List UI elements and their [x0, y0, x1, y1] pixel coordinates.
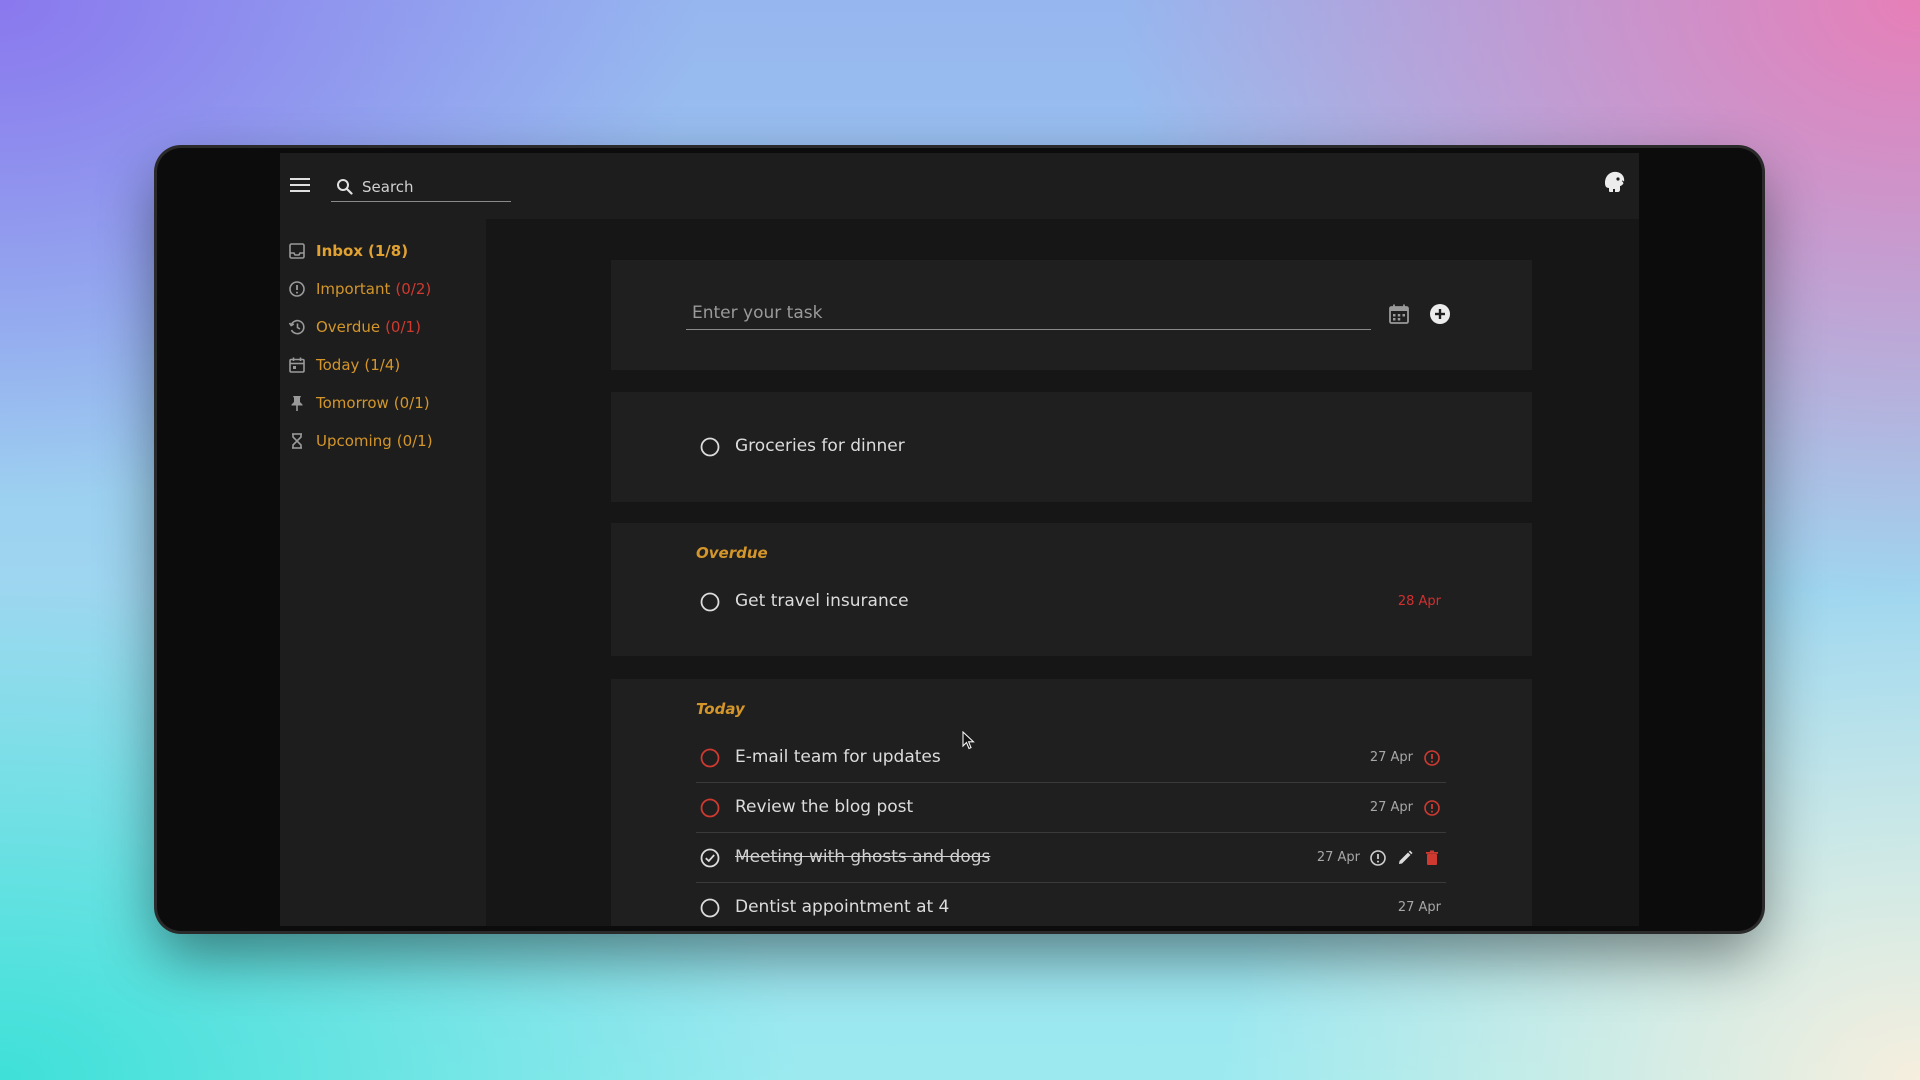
- sidebar-item-tomorrow[interactable]: Tomorrow (0/1): [288, 391, 430, 415]
- sidebar-item-upcoming[interactable]: Upcoming (0/1): [288, 429, 433, 453]
- checkbox-unchecked-icon[interactable]: [700, 898, 720, 918]
- task-title: Get travel insurance: [735, 591, 909, 611]
- important-icon[interactable]: [1423, 799, 1441, 817]
- search-icon: [337, 179, 353, 195]
- overdue-section: Overdue Get travel insurance 28 Apr: [611, 523, 1532, 656]
- menu-icon[interactable]: [290, 177, 310, 193]
- sidebar-item-label: Tomorrow: [316, 394, 389, 412]
- alert-circle-icon: [289, 281, 305, 297]
- task-input-underline: [686, 295, 1371, 330]
- calendar-icon: [289, 357, 305, 373]
- task-composer: [611, 260, 1532, 370]
- sidebar: Inbox (1/8) Important (0/2) Overdue (0/1…: [280, 219, 486, 926]
- hourglass-icon: [292, 433, 302, 449]
- sidebar-item-label: Overdue: [316, 318, 381, 336]
- task-row[interactable]: Get travel insurance 28 Apr: [696, 578, 1446, 626]
- checkbox-unchecked-icon[interactable]: [700, 437, 720, 457]
- task-input[interactable]: [690, 300, 1364, 326]
- sidebar-item-label: Important: [316, 280, 391, 298]
- inbox-icon: [289, 243, 305, 259]
- important-icon[interactable]: [1423, 749, 1441, 767]
- sidebar-item-label: Upcoming: [316, 432, 392, 450]
- sidebar-item-count: (1/8): [367, 242, 409, 260]
- sidebar-item-count: (0/2): [395, 280, 432, 298]
- important-icon[interactable]: [1369, 849, 1387, 867]
- edit-icon[interactable]: [1396, 849, 1414, 867]
- task-date: 27 Apr: [1316, 850, 1360, 865]
- task-date: 28 Apr: [1397, 594, 1441, 609]
- add-task-icon[interactable]: [1429, 303, 1451, 325]
- search-box: [331, 173, 514, 202]
- checkbox-checked-icon[interactable]: [700, 848, 720, 868]
- checkbox-unchecked-icon[interactable]: [700, 592, 720, 612]
- task-title: Review the blog post: [735, 797, 914, 817]
- user-avatar-icon[interactable]: [1601, 169, 1627, 195]
- today-section: Today E-mail team for updates 27 Apr Rev…: [611, 679, 1532, 926]
- sidebar-item-label: Today: [316, 356, 360, 374]
- device-frame: Inbox (1/8) Important (0/2) Overdue: [157, 148, 1762, 931]
- checkbox-unchecked-icon[interactable]: [700, 798, 720, 818]
- sidebar-item-overdue[interactable]: Overdue (0/1): [288, 315, 421, 339]
- sidebar-item-important[interactable]: Important (0/2): [288, 277, 431, 301]
- date-picker-icon[interactable]: [1388, 303, 1410, 325]
- history-icon: [288, 319, 305, 335]
- pin-icon: [291, 396, 303, 411]
- checkbox-unchecked-icon[interactable]: [700, 748, 720, 768]
- task-title: Meeting with ghosts and dogs: [735, 847, 991, 867]
- task-title: E-mail team for updates: [735, 747, 941, 767]
- task-title: Groceries for dinner: [735, 436, 905, 456]
- top-bar: [280, 153, 1639, 219]
- task-title: Dentist appointment at 4: [735, 897, 950, 917]
- task-date: 27 Apr: [1397, 900, 1441, 915]
- sidebar-item-label: Inbox: [316, 242, 363, 260]
- sidebar-item-inbox[interactable]: Inbox (1/8): [288, 239, 408, 263]
- sidebar-item-count: (0/1): [396, 432, 433, 450]
- task-row[interactable]: Dentist appointment at 4 27 Apr: [696, 884, 1446, 926]
- task-date: 27 Apr: [1369, 750, 1413, 765]
- sidebar-item-today[interactable]: Today (1/4): [288, 353, 400, 377]
- task-row[interactable]: E-mail team for updates 27 Apr: [696, 734, 1446, 783]
- sidebar-item-count: (0/1): [385, 318, 421, 336]
- task-date: 27 Apr: [1369, 800, 1413, 815]
- sidebar-item-count: (1/4): [364, 356, 401, 374]
- delete-icon[interactable]: [1423, 849, 1441, 867]
- task-row[interactable]: Groceries for dinner: [696, 423, 1446, 471]
- inbox-task-card: Groceries for dinner: [611, 392, 1532, 502]
- todo-app: Inbox (1/8) Important (0/2) Overdue: [280, 153, 1639, 926]
- search-input[interactable]: [360, 175, 514, 199]
- sidebar-item-count: (0/1): [393, 394, 430, 412]
- section-heading-today: Today: [696, 700, 745, 718]
- task-row[interactable]: Review the blog post 27 Apr: [696, 784, 1446, 833]
- section-heading-overdue: Overdue: [696, 544, 768, 562]
- task-row[interactable]: Meeting with ghosts and dogs 27 Apr: [696, 834, 1446, 883]
